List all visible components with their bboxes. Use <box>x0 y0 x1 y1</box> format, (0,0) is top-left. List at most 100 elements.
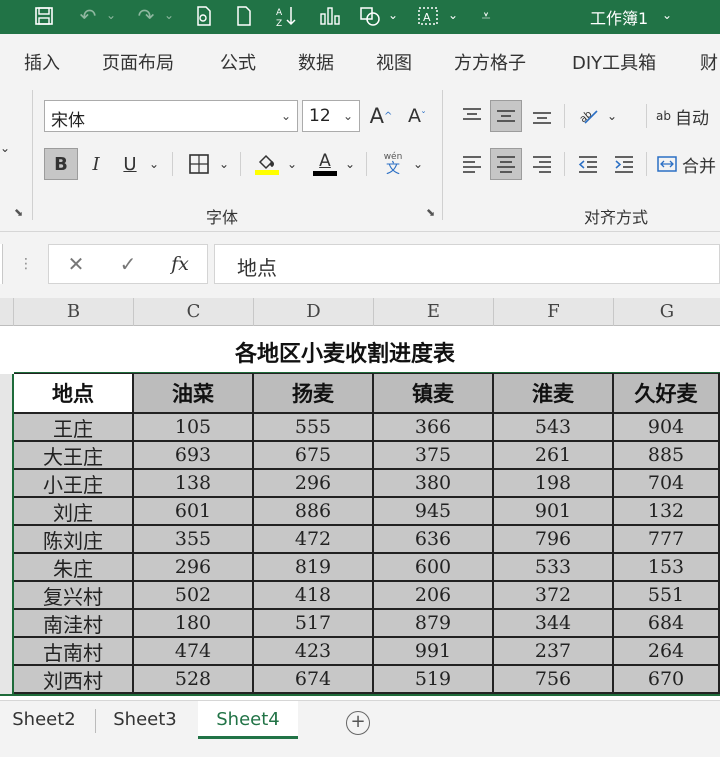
value-cell[interactable]: 704 <box>614 470 720 498</box>
name-box[interactable] <box>0 244 3 284</box>
value-cell[interactable]: 670 <box>614 666 720 694</box>
value-cell[interactable]: 206 <box>374 582 494 610</box>
header-cell-jiuhaomai[interactable]: 久好麦 <box>614 374 720 414</box>
orientation-dropdown-icon[interactable]: ⌄ <box>604 100 620 132</box>
formula-input[interactable]: 地点 <box>214 244 720 284</box>
select-all-corner[interactable] <box>0 298 14 326</box>
new-document-icon[interactable] <box>228 2 260 30</box>
select-object-icon[interactable]: A <box>412 2 444 30</box>
align-center-button[interactable] <box>490 148 522 180</box>
value-cell[interactable]: 543 <box>494 414 614 442</box>
align-left-button[interactable] <box>456 148 488 180</box>
align-bottom-button[interactable] <box>526 100 558 132</box>
value-cell[interactable]: 180 <box>134 610 254 638</box>
value-cell[interactable]: 418 <box>254 582 374 610</box>
insert-function-icon[interactable]: fx <box>162 244 198 284</box>
column-header-g[interactable]: G <box>614 298 720 326</box>
value-cell[interactable]: 380 <box>374 470 494 498</box>
value-cell[interactable]: 502 <box>134 582 254 610</box>
column-header-c[interactable]: C <box>134 298 254 326</box>
shapes-icon[interactable] <box>354 2 386 30</box>
column-header-f[interactable]: F <box>494 298 614 326</box>
sort-icon[interactable]: AZ <box>270 2 302 30</box>
value-cell[interactable]: 132 <box>614 498 720 526</box>
borders-dropdown-icon[interactable]: ⌄ <box>216 148 232 180</box>
header-cell-youcai[interactable]: 油菜 <box>134 374 254 414</box>
value-cell[interactable]: 372 <box>494 582 614 610</box>
tab-formulas[interactable]: 公式 <box>220 49 256 75</box>
redo-icon[interactable]: ↷ <box>130 2 162 30</box>
value-cell[interactable]: 296 <box>254 470 374 498</box>
font-color-button[interactable]: A <box>308 148 342 180</box>
enter-icon[interactable]: ✓ <box>110 244 146 284</box>
value-cell[interactable]: 945 <box>374 498 494 526</box>
value-cell[interactable]: 756 <box>494 666 614 694</box>
worksheet[interactable]: 各地区小麦收割进度表 地点 油菜 扬麦 镇麦 淮麦 久好麦 王庄 105 555 366 543 90… <box>0 326 720 700</box>
wrap-text-button[interactable]: ab 自动 <box>656 100 720 132</box>
print-preview-icon[interactable] <box>188 2 220 30</box>
value-cell[interactable]: 533 <box>494 554 614 582</box>
formula-bar-grip-icon[interactable]: ⋮ <box>16 244 36 284</box>
value-cell[interactable]: 904 <box>614 414 720 442</box>
save-icon[interactable] <box>28 2 60 30</box>
orientation-button[interactable]: ab <box>572 100 604 132</box>
header-cell-huaimai[interactable]: 淮麦 <box>494 374 614 414</box>
value-cell[interactable]: 693 <box>134 442 254 470</box>
value-cell[interactable]: 423 <box>254 638 374 666</box>
paste-dropdown-icon[interactable]: ⌄ <box>0 132 10 164</box>
location-cell[interactable]: 陈刘庄 <box>14 526 134 554</box>
value-cell[interactable]: 674 <box>254 666 374 694</box>
value-cell[interactable]: 777 <box>614 526 720 554</box>
phonetic-guide-button[interactable]: wén 文 <box>376 148 410 180</box>
header-cell-location[interactable]: 地点 <box>14 374 134 414</box>
undo-icon[interactable]: ↶ <box>72 2 104 30</box>
value-cell[interactable]: 885 <box>614 442 720 470</box>
underline-dropdown-icon[interactable]: ⌄ <box>146 148 162 180</box>
customize-toolbar-icon[interactable]: ⩡ <box>474 2 498 30</box>
bold-button[interactable]: B <box>44 148 78 180</box>
location-cell[interactable]: 古南村 <box>14 638 134 666</box>
underline-button[interactable]: U <box>116 148 144 180</box>
value-cell[interactable]: 528 <box>134 666 254 694</box>
tab-insert[interactable]: 插入 <box>24 49 60 75</box>
font-name-select[interactable]: 宋体 ⌄ <box>44 100 298 132</box>
cancel-icon[interactable]: ✕ <box>58 244 94 284</box>
column-header-d[interactable]: D <box>254 298 374 326</box>
sheet-title-cell[interactable]: 各地区小麦收割进度表 <box>0 326 720 374</box>
font-launcher-icon[interactable]: ⬊ <box>426 206 435 219</box>
decrease-indent-button[interactable] <box>572 148 604 180</box>
tab-finance[interactable]: 财 <box>700 49 718 75</box>
value-cell[interactable]: 819 <box>254 554 374 582</box>
increase-indent-button[interactable] <box>608 148 640 180</box>
value-cell[interactable]: 474 <box>134 638 254 666</box>
value-cell[interactable]: 636 <box>374 526 494 554</box>
location-cell[interactable]: 小王庄 <box>14 470 134 498</box>
merge-center-button[interactable]: 合并 <box>656 148 720 180</box>
value-cell[interactable]: 355 <box>134 526 254 554</box>
location-cell[interactable]: 刘庄 <box>14 498 134 526</box>
value-cell[interactable]: 886 <box>254 498 374 526</box>
location-cell[interactable]: 王庄 <box>14 414 134 442</box>
value-cell[interactable]: 879 <box>374 610 494 638</box>
italic-button[interactable]: I <box>82 148 110 180</box>
value-cell[interactable]: 517 <box>254 610 374 638</box>
tab-data[interactable]: 数据 <box>298 49 334 75</box>
title-dropdown-icon[interactable]: ⌄ <box>662 8 672 22</box>
value-cell[interactable]: 261 <box>494 442 614 470</box>
value-cell[interactable]: 138 <box>134 470 254 498</box>
location-cell[interactable]: 复兴村 <box>14 582 134 610</box>
sheet-tab-sheet2[interactable]: Sheet2 <box>0 701 88 739</box>
header-cell-zhenmai[interactable]: 镇麦 <box>374 374 494 414</box>
value-cell[interactable]: 600 <box>374 554 494 582</box>
align-middle-button[interactable] <box>490 100 522 132</box>
value-cell[interactable]: 675 <box>254 442 374 470</box>
value-cell[interactable]: 796 <box>494 526 614 554</box>
location-cell[interactable]: 刘西村 <box>14 666 134 694</box>
fill-color-dropdown-icon[interactable]: ⌄ <box>284 148 300 180</box>
value-cell[interactable]: 375 <box>374 442 494 470</box>
font-size-select[interactable]: 12 ⌄ <box>302 100 360 132</box>
value-cell[interactable]: 555 <box>254 414 374 442</box>
redo-dropdown-icon[interactable]: ⌄ <box>164 8 174 22</box>
undo-dropdown-icon[interactable]: ⌄ <box>106 8 116 22</box>
value-cell[interactable]: 472 <box>254 526 374 554</box>
